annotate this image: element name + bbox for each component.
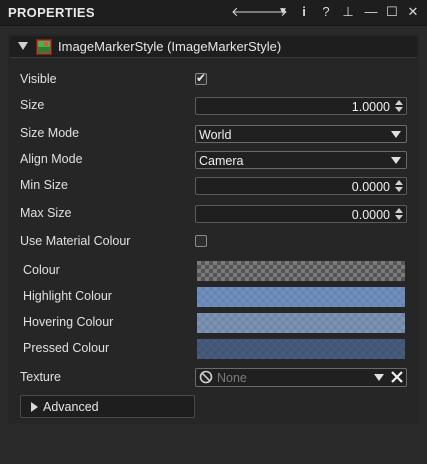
properties-content [8, 34, 419, 424]
panel-titlebar: PROPERTIES 🡐 🡒 ▼ i ? ⊥ — ☐ ✕ [0, 0, 427, 26]
advanced-foldout[interactable]: Advanced [20, 395, 195, 418]
chevron-down-icon [391, 157, 401, 164]
size-mode-dropdown[interactable]: World [195, 125, 407, 143]
highlight-colour-tint [197, 287, 405, 307]
hovering-colour-tint [197, 313, 405, 333]
texture-dropdown-icon[interactable] [374, 374, 384, 381]
none-icon [199, 370, 213, 384]
expand-arrow-icon [31, 402, 38, 412]
texture-field[interactable]: None [195, 368, 407, 387]
pin-icon[interactable]: ⊥ [340, 4, 356, 20]
section-title: ImageMarkerStyle (ImageMarkerStyle) [58, 39, 282, 54]
max-size-spinner[interactable] [394, 207, 404, 221]
close-icon[interactable]: ✕ [405, 4, 421, 20]
align-mode-value: Camera [199, 154, 244, 168]
texture-label: Texture [20, 370, 61, 384]
colour-swatch[interactable] [197, 261, 405, 281]
align-mode-label: Align Mode [20, 152, 83, 166]
pressed-colour-swatch[interactable] [197, 339, 405, 359]
clear-icon[interactable] [390, 370, 404, 384]
colour-label: Colour [23, 263, 60, 277]
properties-panel: PROPERTIES 🡐 🡒 ▼ i ? ⊥ — ☐ ✕ ImageMarker… [0, 0, 427, 464]
min-size-field[interactable]: 0.0000 [195, 177, 407, 195]
use-material-colour-checkbox[interactable] [195, 235, 207, 247]
info-icon[interactable]: ? [318, 4, 334, 20]
back-arrow-icon[interactable]: 🡐 [231, 4, 266, 20]
size-mode-label: Size Mode [20, 126, 80, 140]
advanced-label: Advanced [43, 400, 99, 414]
size-spinner[interactable] [394, 99, 404, 113]
panel-title: PROPERTIES [8, 5, 95, 20]
min-size-spinner[interactable] [394, 179, 404, 193]
size-label: Size [20, 98, 45, 112]
forward-arrow-icon[interactable]: 🡒 [253, 4, 288, 20]
expand-arrow-icon[interactable] [18, 42, 28, 50]
help-icon[interactable]: i [296, 4, 312, 20]
max-size-field[interactable]: 0.0000 [195, 205, 407, 223]
chevron-down-icon [391, 131, 401, 138]
section-header-image-marker-style[interactable]: ImageMarkerStyle (ImageMarkerStyle) [10, 36, 417, 58]
visible-label: Visible [20, 72, 57, 86]
size-value: 1.0000 [351, 100, 390, 114]
min-size-value: 0.0000 [351, 180, 390, 194]
pressed-colour-tint [197, 339, 405, 359]
minimize-icon[interactable]: — [363, 4, 379, 20]
use-material-colour-label: Use Material Colour [20, 234, 131, 248]
dropdown-icon[interactable]: ▼ [275, 4, 291, 20]
pressed-colour-label: Pressed Colour [23, 341, 110, 355]
texture-value: None [217, 371, 247, 385]
hovering-colour-swatch[interactable] [197, 313, 405, 333]
align-mode-dropdown[interactable]: Camera [195, 151, 407, 169]
checkmark-icon: ✔ [196, 71, 207, 85]
max-size-value: 0.0000 [351, 208, 390, 222]
size-mode-value: World [199, 128, 232, 142]
max-size-label: Max Size [20, 206, 72, 220]
colour-tint [197, 261, 405, 281]
hovering-colour-label: Hovering Colour [23, 315, 114, 329]
highlight-colour-swatch[interactable] [197, 287, 405, 307]
image-component-icon [36, 39, 52, 55]
min-size-label: Min Size [20, 178, 68, 192]
maximize-icon[interactable]: ☐ [384, 4, 400, 20]
visible-checkbox[interactable]: ✔ [195, 71, 207, 85]
size-field[interactable]: 1.0000 [195, 97, 407, 115]
highlight-colour-label: Highlight Colour [23, 289, 112, 303]
